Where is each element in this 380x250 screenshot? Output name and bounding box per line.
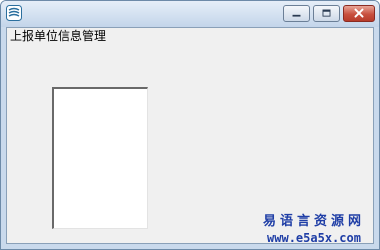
title-bar[interactable] [1,1,379,27]
watermark-url: www.e5a5x.com [267,231,361,245]
maximize-button[interactable] [313,5,340,22]
watermark: 易语言资源网 www.e5a5x.com [263,214,365,246]
maximize-icon [322,9,331,17]
minimize-button[interactable] [283,5,310,22]
close-icon [354,8,364,18]
watermark-title: 易语言资源网 [262,214,365,229]
form-client-area: 上报单位信息管理 易语言资源网 www.e5a5x.com [6,27,374,246]
main-window: 上报单位信息管理 易语言资源网 www.e5a5x.com [0,0,380,250]
form-title-label: 上报单位信息管理 [10,29,107,43]
list-box[interactable] [52,87,148,229]
minimize-icon [292,14,301,17]
app-icon[interactable] [6,5,22,21]
close-button[interactable] [343,5,375,22]
